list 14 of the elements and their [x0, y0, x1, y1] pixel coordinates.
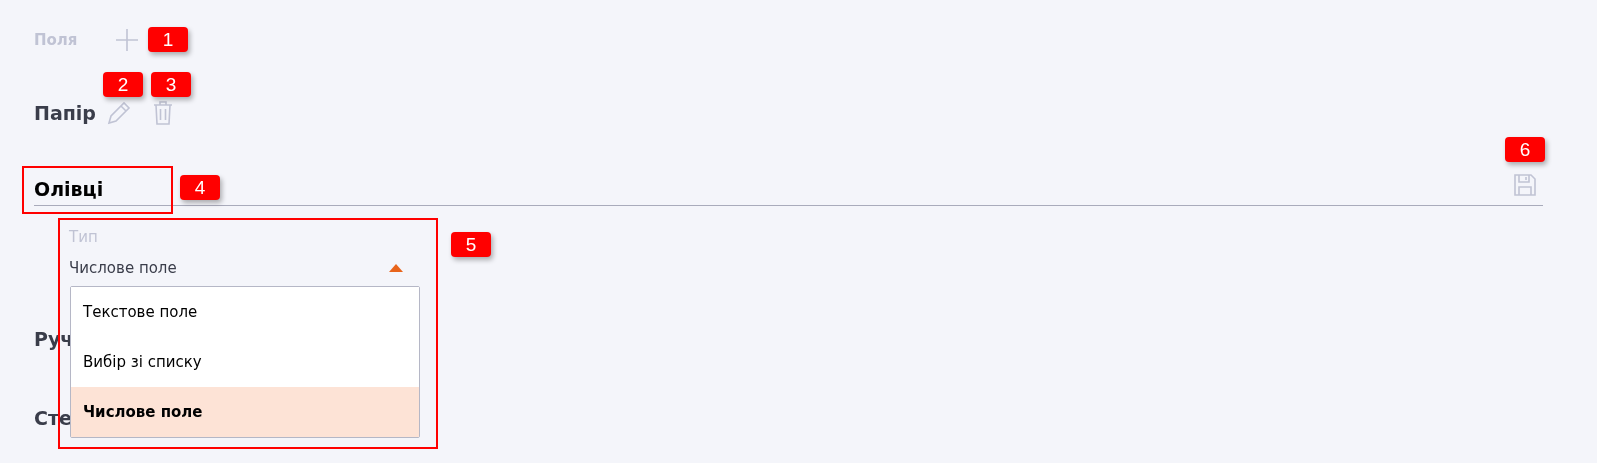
add-button[interactable] [115, 28, 140, 52]
section-title: Папір [34, 100, 96, 126]
callout-number: 6 [1505, 137, 1545, 162]
select-field[interactable]: Числове поле [69, 256, 419, 279]
callout-number: 3 [151, 72, 191, 97]
delete-button[interactable] [151, 100, 174, 126]
section-title: Олівці [34, 176, 104, 202]
save-button[interactable] [1513, 173, 1537, 197]
callout-number: 1 [148, 27, 188, 52]
dropdown-option[interactable]: Числове поле [71, 387, 419, 437]
callout-number: 2 [103, 72, 143, 97]
callout-number: 4 [180, 175, 220, 200]
callout-number: 5 [451, 232, 491, 257]
edit-button[interactable] [105, 100, 132, 126]
